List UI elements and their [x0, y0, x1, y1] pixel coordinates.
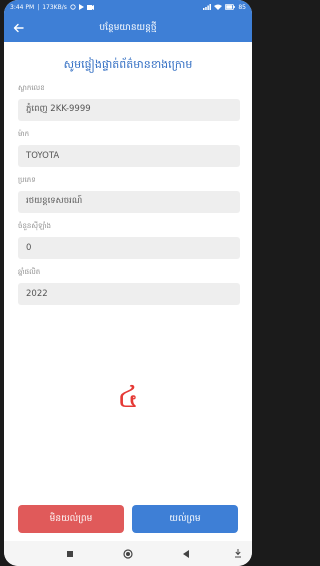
network-speed: 173KB/s — [42, 3, 67, 11]
step-number: ៤ — [117, 380, 139, 415]
triangle-back-icon — [183, 549, 189, 558]
nav-home-button[interactable] — [118, 544, 138, 564]
nav-recents-button[interactable] — [60, 544, 80, 564]
status-time: 3:44 PM — [10, 3, 35, 11]
play-icon — [78, 4, 84, 10]
app-bar: បន្ថែមយានយន្តថ្មី — [4, 14, 252, 42]
system-nav-bar — [4, 541, 252, 566]
vehicle-form: សូមផ្ទៀងផ្ទាត់ព័ត៌មានខាងក្រោម ស្លាកលេខ ភ… — [4, 42, 252, 502]
status-bar: 3:44 PM | 173KB/s 85 — [4, 0, 252, 14]
nav-extra-button[interactable] — [228, 544, 248, 564]
app-title: បន្ថែមយានយន្តថ្មី — [99, 22, 157, 33]
plate-number-label: ស្លាកលេខ — [18, 84, 45, 92]
wifi-icon — [214, 4, 223, 10]
type-label: ប្រភេទ — [18, 176, 36, 184]
year-field[interactable]: 2022 — [18, 283, 240, 305]
form-heading: សូមផ្ទៀងផ្ទាត់ព័ត៌មានខាងក្រោម — [63, 58, 193, 71]
type-field[interactable]: រថយន្តទេសចរណ៍ — [18, 191, 240, 213]
cylinders-field[interactable]: 0 — [18, 237, 240, 259]
signal-icon — [203, 4, 212, 10]
brand-label: ម៉ាក — [18, 130, 30, 138]
brand-field[interactable]: TOYOTA — [18, 145, 240, 167]
phone-screen: 3:44 PM | 173KB/s 85 បន្ថែមយានយន្តថ្មី ស… — [4, 0, 252, 566]
battery-icon — [225, 4, 236, 10]
square-icon — [67, 550, 73, 557]
plate-number-field[interactable]: ភ្នំពេញ 2KK-9999 — [18, 99, 240, 121]
confirm-button[interactable]: យល់ព្រម — [132, 505, 238, 533]
cylinders-label: ចំនួនស៊ីឡាំង — [18, 222, 51, 230]
year-label: ឆ្នាំផលិត — [18, 268, 41, 276]
notification-icon — [70, 4, 76, 10]
circle-icon — [123, 548, 133, 559]
cancel-button[interactable]: មិនយល់ព្រម — [18, 505, 124, 533]
download-icon — [235, 549, 241, 558]
battery-level: 85 — [238, 3, 246, 11]
nav-back-button[interactable] — [176, 544, 196, 564]
video-icon — [86, 4, 94, 10]
